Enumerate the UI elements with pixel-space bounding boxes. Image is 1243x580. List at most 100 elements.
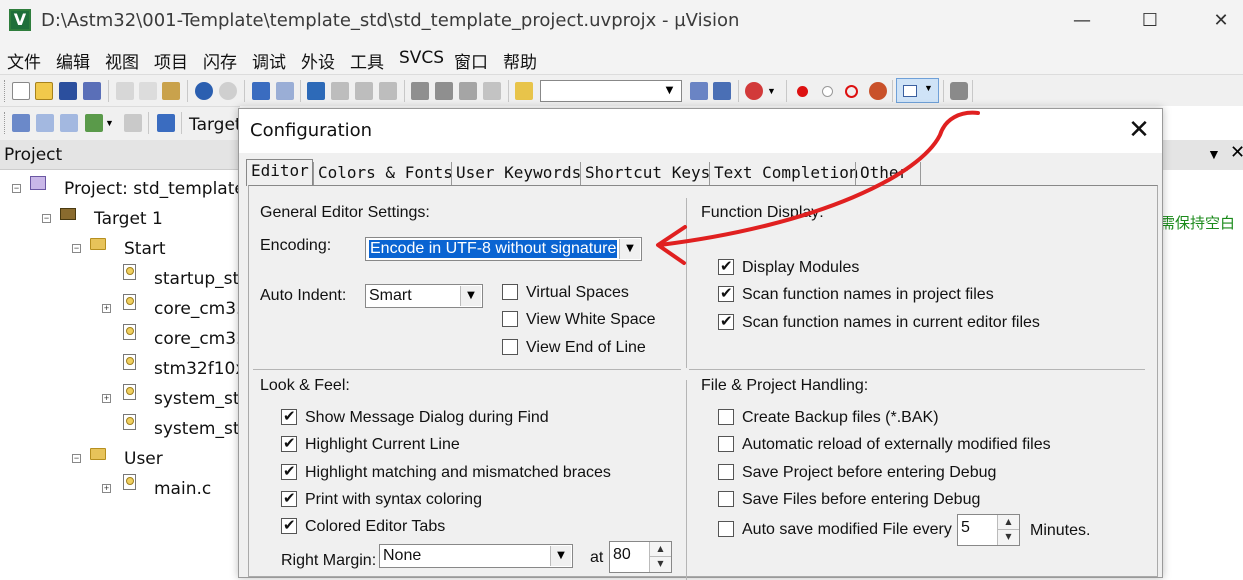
tree-expander[interactable]: + xyxy=(102,304,111,313)
tab-other[interactable]: Other xyxy=(855,162,921,185)
tree-item-group-user[interactable]: User xyxy=(124,449,163,469)
tab-shortcut-keys[interactable]: Shortcut Keys xyxy=(580,162,714,185)
tab-text-completion[interactable]: Text Completion xyxy=(709,162,863,185)
tree-expander[interactable]: + xyxy=(102,394,111,403)
tree-expander[interactable]: − xyxy=(72,454,81,463)
toolbar-grip[interactable] xyxy=(4,80,7,102)
auto-save-checkbox[interactable] xyxy=(718,521,734,537)
chevron-down-icon[interactable]: ▼ xyxy=(105,114,115,132)
menu-project[interactable]: 项目 xyxy=(154,48,188,73)
save-project-before-debug-checkbox[interactable] xyxy=(718,464,734,480)
maximize-button[interactable]: ☐ xyxy=(1134,8,1166,34)
scan-editor-files-checkbox[interactable] xyxy=(718,312,734,330)
find-combo[interactable]: ▼ xyxy=(540,80,682,102)
print-syntax-coloring-checkbox[interactable] xyxy=(281,489,297,507)
breakpoint-icon[interactable] xyxy=(797,86,808,97)
tab-editor[interactable]: Editor xyxy=(246,159,313,186)
undo-icon[interactable] xyxy=(195,82,213,100)
save-all-icon[interactable] xyxy=(83,82,101,100)
tree-item-target[interactable]: Target 1 xyxy=(94,209,163,229)
chevron-down-icon[interactable]: ▼ xyxy=(767,82,777,100)
tab-colors-fonts[interactable]: Colors & Fonts xyxy=(313,162,457,185)
comment-icon[interactable] xyxy=(459,82,477,100)
highlight-current-line-checkbox[interactable] xyxy=(281,434,297,452)
tree-item-file[interactable]: system_str xyxy=(154,419,246,439)
auto-indent-select[interactable]: Smart ▼ xyxy=(365,284,483,308)
tree-item-file[interactable]: core_cm3.c xyxy=(154,299,251,319)
scan-project-files-checkbox[interactable] xyxy=(718,284,734,302)
close-window-button[interactable]: ✕ xyxy=(1205,8,1237,34)
translate-icon[interactable] xyxy=(12,114,30,132)
menu-flash[interactable]: 闪存 xyxy=(203,48,237,73)
minimize-button[interactable]: — xyxy=(1066,8,1098,34)
find-icon[interactable] xyxy=(690,82,708,100)
tree-item-group-start[interactable]: Start xyxy=(124,239,166,259)
tree-item-project[interactable]: Project: std_template_ xyxy=(64,179,253,199)
menu-file[interactable]: 文件 xyxy=(7,48,41,73)
close-panel-icon[interactable]: ✕ xyxy=(1230,142,1243,163)
indent-icon[interactable] xyxy=(411,82,429,100)
incremental-find-icon[interactable] xyxy=(713,82,731,100)
navigate-forward-icon[interactable] xyxy=(276,82,294,100)
toolbar-grip[interactable] xyxy=(4,112,7,134)
show-message-dialog-checkbox[interactable] xyxy=(281,407,297,425)
paste-icon[interactable] xyxy=(162,82,180,100)
auto-save-minutes-spinner[interactable]: 5 ▲ ▼ xyxy=(957,514,1020,546)
view-white-space-checkbox[interactable] xyxy=(502,311,518,327)
menu-edit[interactable]: 编辑 xyxy=(56,48,90,73)
right-margin-column-spinner[interactable]: 80 ▲ ▼ xyxy=(609,541,672,573)
tab-user-keywords[interactable]: User Keywords xyxy=(451,162,585,185)
disable-breakpoint-icon[interactable] xyxy=(822,86,833,97)
start-debug-icon[interactable] xyxy=(745,82,763,100)
download-load-icon[interactable] xyxy=(157,114,175,132)
batch-build-icon[interactable] xyxy=(85,114,103,132)
encoding-select[interactable]: Encode in UTF-8 without signature ▼ xyxy=(365,237,642,261)
tree-expander[interactable]: − xyxy=(72,244,81,253)
copy-icon[interactable] xyxy=(139,82,157,100)
redo-icon[interactable] xyxy=(219,82,237,100)
tree-item-file[interactable]: system_str xyxy=(154,389,246,409)
display-modules-checkbox[interactable] xyxy=(718,257,734,275)
clear-bookmarks-icon[interactable] xyxy=(379,82,397,100)
navigate-back-icon[interactable] xyxy=(252,82,270,100)
menu-debug[interactable]: 调试 xyxy=(252,48,286,73)
tree-item-file[interactable]: stm32f10x xyxy=(154,359,245,379)
menu-view[interactable]: 视图 xyxy=(105,48,139,73)
stop-build-icon[interactable] xyxy=(124,114,142,132)
window-layout-button[interactable]: ▼ xyxy=(896,78,939,103)
right-margin-select[interactable]: None ▼ xyxy=(379,544,573,568)
rebuild-icon[interactable] xyxy=(60,114,78,132)
create-backup-checkbox[interactable] xyxy=(718,409,734,425)
build-icon[interactable] xyxy=(36,114,54,132)
spin-down-icon[interactable]: ▼ xyxy=(997,530,1019,545)
dialog-close-button[interactable]: ✕ xyxy=(1123,115,1155,147)
view-end-of-line-checkbox[interactable] xyxy=(502,339,518,355)
tree-expander[interactable]: + xyxy=(102,484,111,493)
insert-bookmark-icon[interactable] xyxy=(307,82,325,100)
disable-all-breakpoints-icon[interactable] xyxy=(845,85,858,98)
save-icon[interactable] xyxy=(59,82,77,100)
find-in-files-icon[interactable] xyxy=(515,82,533,100)
virtual-spaces-checkbox[interactable] xyxy=(502,284,518,300)
chevron-down-icon[interactable]: ▼ xyxy=(659,82,680,100)
tree-expander[interactable]: − xyxy=(12,184,21,193)
unindent-icon[interactable] xyxy=(435,82,453,100)
menu-tools[interactable]: 工具 xyxy=(350,48,384,73)
open-file-icon[interactable] xyxy=(35,82,53,100)
tree-expander[interactable]: − xyxy=(42,214,51,223)
chevron-down-icon[interactable]: ▼ xyxy=(1207,146,1221,162)
menu-peripherals[interactable]: 外设 xyxy=(301,48,335,73)
menu-window[interactable]: 窗口 xyxy=(454,48,488,73)
configuration-wrench-icon[interactable] xyxy=(950,82,968,100)
menu-help[interactable]: 帮助 xyxy=(503,48,537,73)
cut-icon[interactable] xyxy=(116,82,134,100)
target-select[interactable]: Target xyxy=(189,115,242,135)
next-bookmark-icon[interactable] xyxy=(355,82,373,100)
kill-all-breakpoints-icon[interactable] xyxy=(869,82,887,100)
colored-editor-tabs-checkbox[interactable] xyxy=(281,516,297,534)
menu-svcs[interactable]: SVCS xyxy=(399,48,444,68)
highlight-braces-checkbox[interactable] xyxy=(281,462,297,480)
tree-item-file[interactable]: startup_str xyxy=(154,269,246,289)
save-files-before-debug-checkbox[interactable] xyxy=(718,491,734,507)
spin-up-icon[interactable]: ▲ xyxy=(649,542,671,557)
